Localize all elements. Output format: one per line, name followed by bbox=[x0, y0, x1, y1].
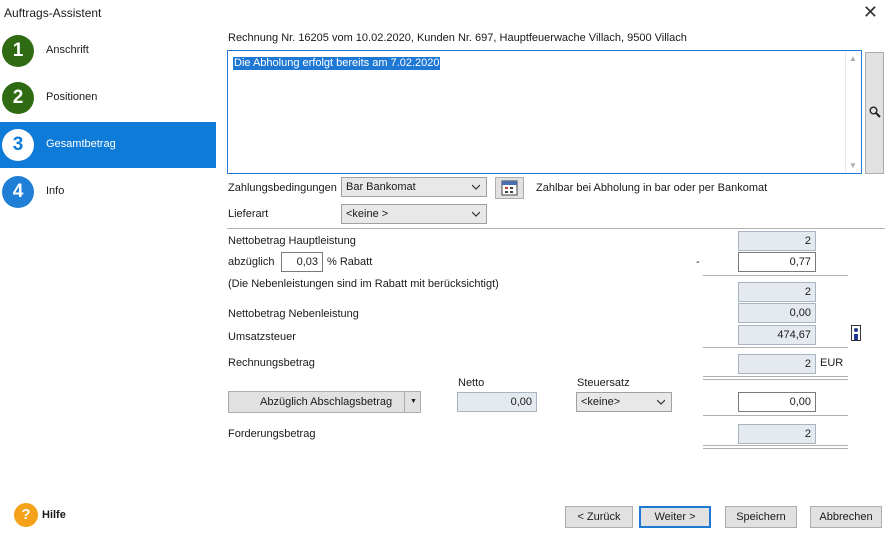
double-line-top bbox=[703, 376, 848, 377]
scroll-up-icon[interactable]: ▲ bbox=[849, 54, 857, 63]
chevron-down-icon bbox=[657, 399, 665, 405]
split-divider bbox=[404, 392, 405, 412]
ust-field: 474,67 bbox=[738, 325, 816, 345]
netto-neben-field: 0,00 bbox=[738, 303, 816, 323]
close-icon[interactable]: ✕ bbox=[863, 2, 878, 22]
rechnung-label: Rechnungsbetrag bbox=[228, 357, 315, 369]
memo-textarea[interactable]: Die Abholung erfolgt bereits am 7.02.202… bbox=[227, 50, 862, 174]
netto-haupt-label: Nettobetrag Hauptleistung bbox=[228, 235, 356, 247]
neben-note: (Die Nebenleistungen sind im Rabatt mit … bbox=[228, 278, 499, 290]
rabatt-percent-input[interactable]: 0,03 bbox=[281, 252, 323, 272]
abschlag-value-field[interactable]: 0,00 bbox=[738, 392, 816, 412]
steuersatz-value: <keine> bbox=[581, 396, 621, 408]
ust-label: Umsatzsteuer bbox=[228, 331, 296, 343]
currency-label: EUR bbox=[820, 357, 844, 369]
steuersatz-col-label: Steuersatz bbox=[577, 377, 630, 389]
memo-text: Die Abholung erfolgt bereits am 7.02.202… bbox=[233, 57, 441, 70]
step-number-4: 4 bbox=[2, 176, 34, 208]
sum-line bbox=[703, 275, 848, 276]
netto-haupt-field: 2 bbox=[738, 231, 816, 251]
title-bar: Auftrags-Assistent ✕ bbox=[0, 0, 894, 28]
step-label-gesamtbetrag: Gesamtbetrag bbox=[46, 138, 116, 150]
forderung-label: Forderungsbetrag bbox=[228, 428, 316, 440]
calculator-icon bbox=[501, 180, 518, 196]
zahlung-value: Bar Bankomat bbox=[346, 181, 416, 193]
invoice-header: Rechnung Nr. 16205 vom 10.02.2020, Kunde… bbox=[228, 32, 687, 44]
subtotal-field: 2 bbox=[738, 282, 816, 302]
wizard-steps: 1 Anschrift 2 Positionen 3 Gesamtbetrag … bbox=[0, 28, 216, 498]
divider bbox=[227, 228, 885, 229]
lieferart-select[interactable]: <keine > bbox=[341, 204, 487, 224]
rechnung-field: 2 bbox=[738, 354, 816, 374]
zahlung-description: Zahlbar bei Abholung in bar oder per Ban… bbox=[536, 182, 768, 194]
rabatt-suffix: % Rabatt bbox=[327, 256, 373, 268]
abschlag-button[interactable]: Abzüglich Abschlagsbetrag ▼ bbox=[228, 391, 421, 413]
help-label: Hilfe bbox=[42, 509, 66, 521]
next-button[interactable]: Weiter > bbox=[639, 506, 711, 528]
sum-line bbox=[703, 415, 848, 416]
step-label-anschrift: Anschrift bbox=[46, 44, 89, 56]
double-line-top bbox=[703, 445, 848, 446]
abschlag-button-label: Abzüglich Abschlagsbetrag bbox=[260, 396, 393, 408]
sum-line bbox=[703, 347, 848, 348]
zahlung-label: Zahlungsbedingungen bbox=[228, 182, 337, 194]
step-gesamtbetrag[interactable]: 3 Gesamtbetrag bbox=[0, 122, 216, 168]
tax-info-icon[interactable] bbox=[851, 325, 861, 341]
step-number-1: 1 bbox=[2, 35, 34, 67]
back-button[interactable]: < Zurück bbox=[565, 506, 633, 528]
dropdown-arrow-icon[interactable]: ▼ bbox=[410, 392, 417, 412]
help-icon: ? bbox=[14, 503, 38, 527]
forderung-field: 2 bbox=[738, 424, 816, 444]
scroll-down-icon[interactable]: ▼ bbox=[849, 161, 857, 170]
double-line-bottom bbox=[703, 448, 848, 449]
magnifier-icon bbox=[869, 106, 881, 118]
abschlag-netto-field[interactable]: 0,00 bbox=[457, 392, 537, 412]
step-info[interactable]: 4 Info bbox=[0, 169, 216, 215]
step-label-positionen: Positionen bbox=[46, 91, 98, 103]
chevron-down-icon bbox=[472, 211, 480, 217]
save-button[interactable]: Speichern bbox=[725, 506, 797, 528]
window-title: Auftrags-Assistent bbox=[4, 6, 102, 20]
magnifier-button[interactable] bbox=[865, 52, 884, 174]
minus-sign: - bbox=[696, 256, 700, 268]
step-number-3: 3 bbox=[2, 129, 34, 161]
cancel-button[interactable]: Abbrechen bbox=[810, 506, 882, 528]
step-positionen[interactable]: 2 Positionen bbox=[0, 75, 216, 121]
memo-scrollbar[interactable]: ▲ ▼ bbox=[845, 51, 861, 173]
rabatt-value-field[interactable]: 0,77 bbox=[738, 252, 816, 272]
step-label-info: Info bbox=[46, 185, 65, 197]
chevron-down-icon bbox=[472, 184, 480, 190]
netto-neben-label: Nettobetrag Nebenleistung bbox=[228, 308, 359, 320]
steuersatz-select[interactable]: <keine> bbox=[576, 392, 672, 412]
lieferart-value: <keine > bbox=[346, 208, 389, 220]
step-number-2: 2 bbox=[2, 82, 34, 114]
rabatt-prefix: abzüglich bbox=[228, 256, 275, 268]
lieferart-label: Lieferart bbox=[228, 208, 269, 220]
zahlung-select[interactable]: Bar Bankomat bbox=[341, 177, 487, 197]
step-anschrift[interactable]: 1 Anschrift bbox=[0, 28, 216, 74]
double-line-bottom bbox=[703, 379, 848, 380]
netto-col-label: Netto bbox=[458, 377, 485, 389]
calculator-button[interactable] bbox=[495, 177, 524, 199]
